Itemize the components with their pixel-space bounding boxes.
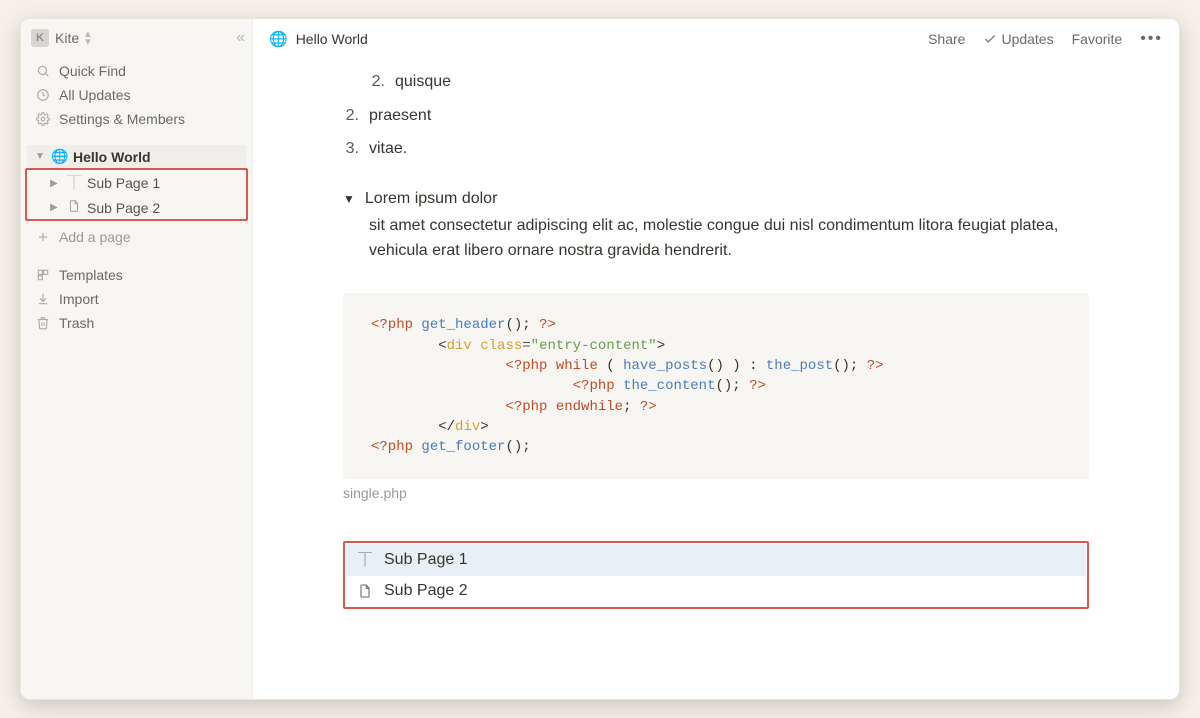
subpage-link-2[interactable]: Sub Page 2 (346, 576, 1086, 606)
toggle-title: Lorem ipsum dolor (365, 190, 498, 208)
page-icon (356, 583, 374, 599)
sidebar-collapse-icon[interactable]: « (236, 29, 242, 47)
workspace-switcher[interactable]: K Kite ▴▾ « (21, 25, 252, 57)
sidebar: K Kite ▴▾ « Quick Find All Updates (21, 19, 253, 699)
trash-label: Trash (59, 315, 94, 331)
all-updates[interactable]: All Updates (27, 83, 246, 107)
list-item[interactable]: vitae. (369, 136, 407, 162)
templates[interactable]: Templates (27, 263, 246, 287)
share-button[interactable]: Share (928, 31, 965, 47)
tree-root-label: Hello World (73, 149, 151, 165)
templates-icon (35, 267, 51, 283)
gear-icon (35, 111, 51, 127)
globe-icon: 🌐 (51, 148, 69, 165)
search-icon (35, 63, 51, 79)
add-page-label: Add a page (59, 229, 131, 245)
import[interactable]: Import (27, 287, 246, 311)
plus-icon (35, 229, 51, 245)
tree-child-label: Sub Page 1 (87, 175, 160, 191)
page-icon (65, 199, 83, 216)
download-icon (35, 291, 51, 307)
page-content: 2.quisque 2.praesent 3.vitae. ▼ Lorem ip… (253, 59, 1179, 699)
updates-label: Updates (1001, 31, 1053, 47)
breadcrumb[interactable]: 🌐 Hello World (269, 30, 368, 48)
chevron-down-icon[interactable]: ▼ (33, 151, 47, 162)
tree-root-hello-world[interactable]: ▼ 🌐 Hello World (27, 145, 246, 168)
subpage-label: Sub Page 1 (384, 551, 468, 569)
subpage-label: Sub Page 2 (384, 582, 468, 600)
chevron-down-icon: ▼ (343, 192, 355, 206)
updown-icon: ▴▾ (85, 30, 91, 46)
settings-label: Settings & Members (59, 111, 185, 127)
clock-icon (35, 87, 51, 103)
favorite-button[interactable]: Favorite (1072, 31, 1123, 47)
toggle-body[interactable]: sit amet consectetur adipiscing elit ac,… (369, 214, 1089, 264)
add-page[interactable]: Add a page (27, 225, 246, 249)
workspace-name: Kite (55, 30, 79, 46)
tree-child-sub-page-2[interactable]: ▶ Sub Page 2 (27, 196, 246, 219)
templates-label: Templates (59, 267, 123, 283)
top-actions: Share Updates Favorite ••• (928, 30, 1163, 48)
all-updates-label: All Updates (59, 87, 131, 103)
tree-children-highlight: ▶ ⏉ Sub Page 1 ▶ Sub Page 2 (25, 168, 248, 221)
updates-button[interactable]: Updates (983, 31, 1053, 47)
toggle-header[interactable]: ▼ Lorem ipsum dolor (343, 190, 1089, 208)
more-menu-icon[interactable]: ••• (1140, 30, 1163, 48)
topbar: 🌐 Hello World Share Updates Favorite ••• (253, 19, 1179, 59)
workspace-badge: K (31, 29, 49, 47)
check-icon (983, 32, 997, 46)
import-label: Import (59, 291, 99, 307)
settings-members[interactable]: Settings & Members (27, 107, 246, 131)
subpages-highlight: ⏉ Sub Page 1 Sub Page 2 (343, 541, 1089, 609)
globe-icon: 🌐 (269, 30, 288, 48)
tree-child-label: Sub Page 2 (87, 200, 160, 216)
quick-find-label: Quick Find (59, 63, 126, 79)
toggle-block: ▼ Lorem ipsum dolor sit amet consectetur… (343, 190, 1089, 264)
breadcrumb-title: Hello World (296, 31, 368, 47)
code-caption: single.php (343, 485, 1089, 501)
underscore-page-icon: ⏉ (65, 173, 83, 193)
page-tree: ▼ 🌐 Hello World ▶ ⏉ Sub Page 1 ▶ Sub Pag… (21, 143, 252, 223)
app-window: K Kite ▴▾ « Quick Find All Updates (20, 18, 1180, 700)
chevron-right-icon[interactable]: ▶ (47, 202, 61, 213)
underscore-page-icon: ⏉ (356, 550, 374, 570)
list-item[interactable]: quisque (395, 69, 451, 95)
trash-icon (35, 315, 51, 331)
code-block[interactable]: <?php get_header(); ?> <div class="entry… (343, 293, 1089, 479)
subpage-link-1[interactable]: ⏉ Sub Page 1 (346, 544, 1086, 576)
quick-find[interactable]: Quick Find (27, 59, 246, 83)
trash[interactable]: Trash (27, 311, 246, 335)
ordered-list: 2.quisque 2.praesent 3.vitae. (343, 69, 1089, 162)
chevron-right-icon[interactable]: ▶ (47, 178, 61, 189)
tree-child-sub-page-1[interactable]: ▶ ⏉ Sub Page 1 (27, 170, 246, 196)
list-item[interactable]: praesent (369, 103, 431, 129)
main: 🌐 Hello World Share Updates Favorite •••… (253, 19, 1179, 699)
